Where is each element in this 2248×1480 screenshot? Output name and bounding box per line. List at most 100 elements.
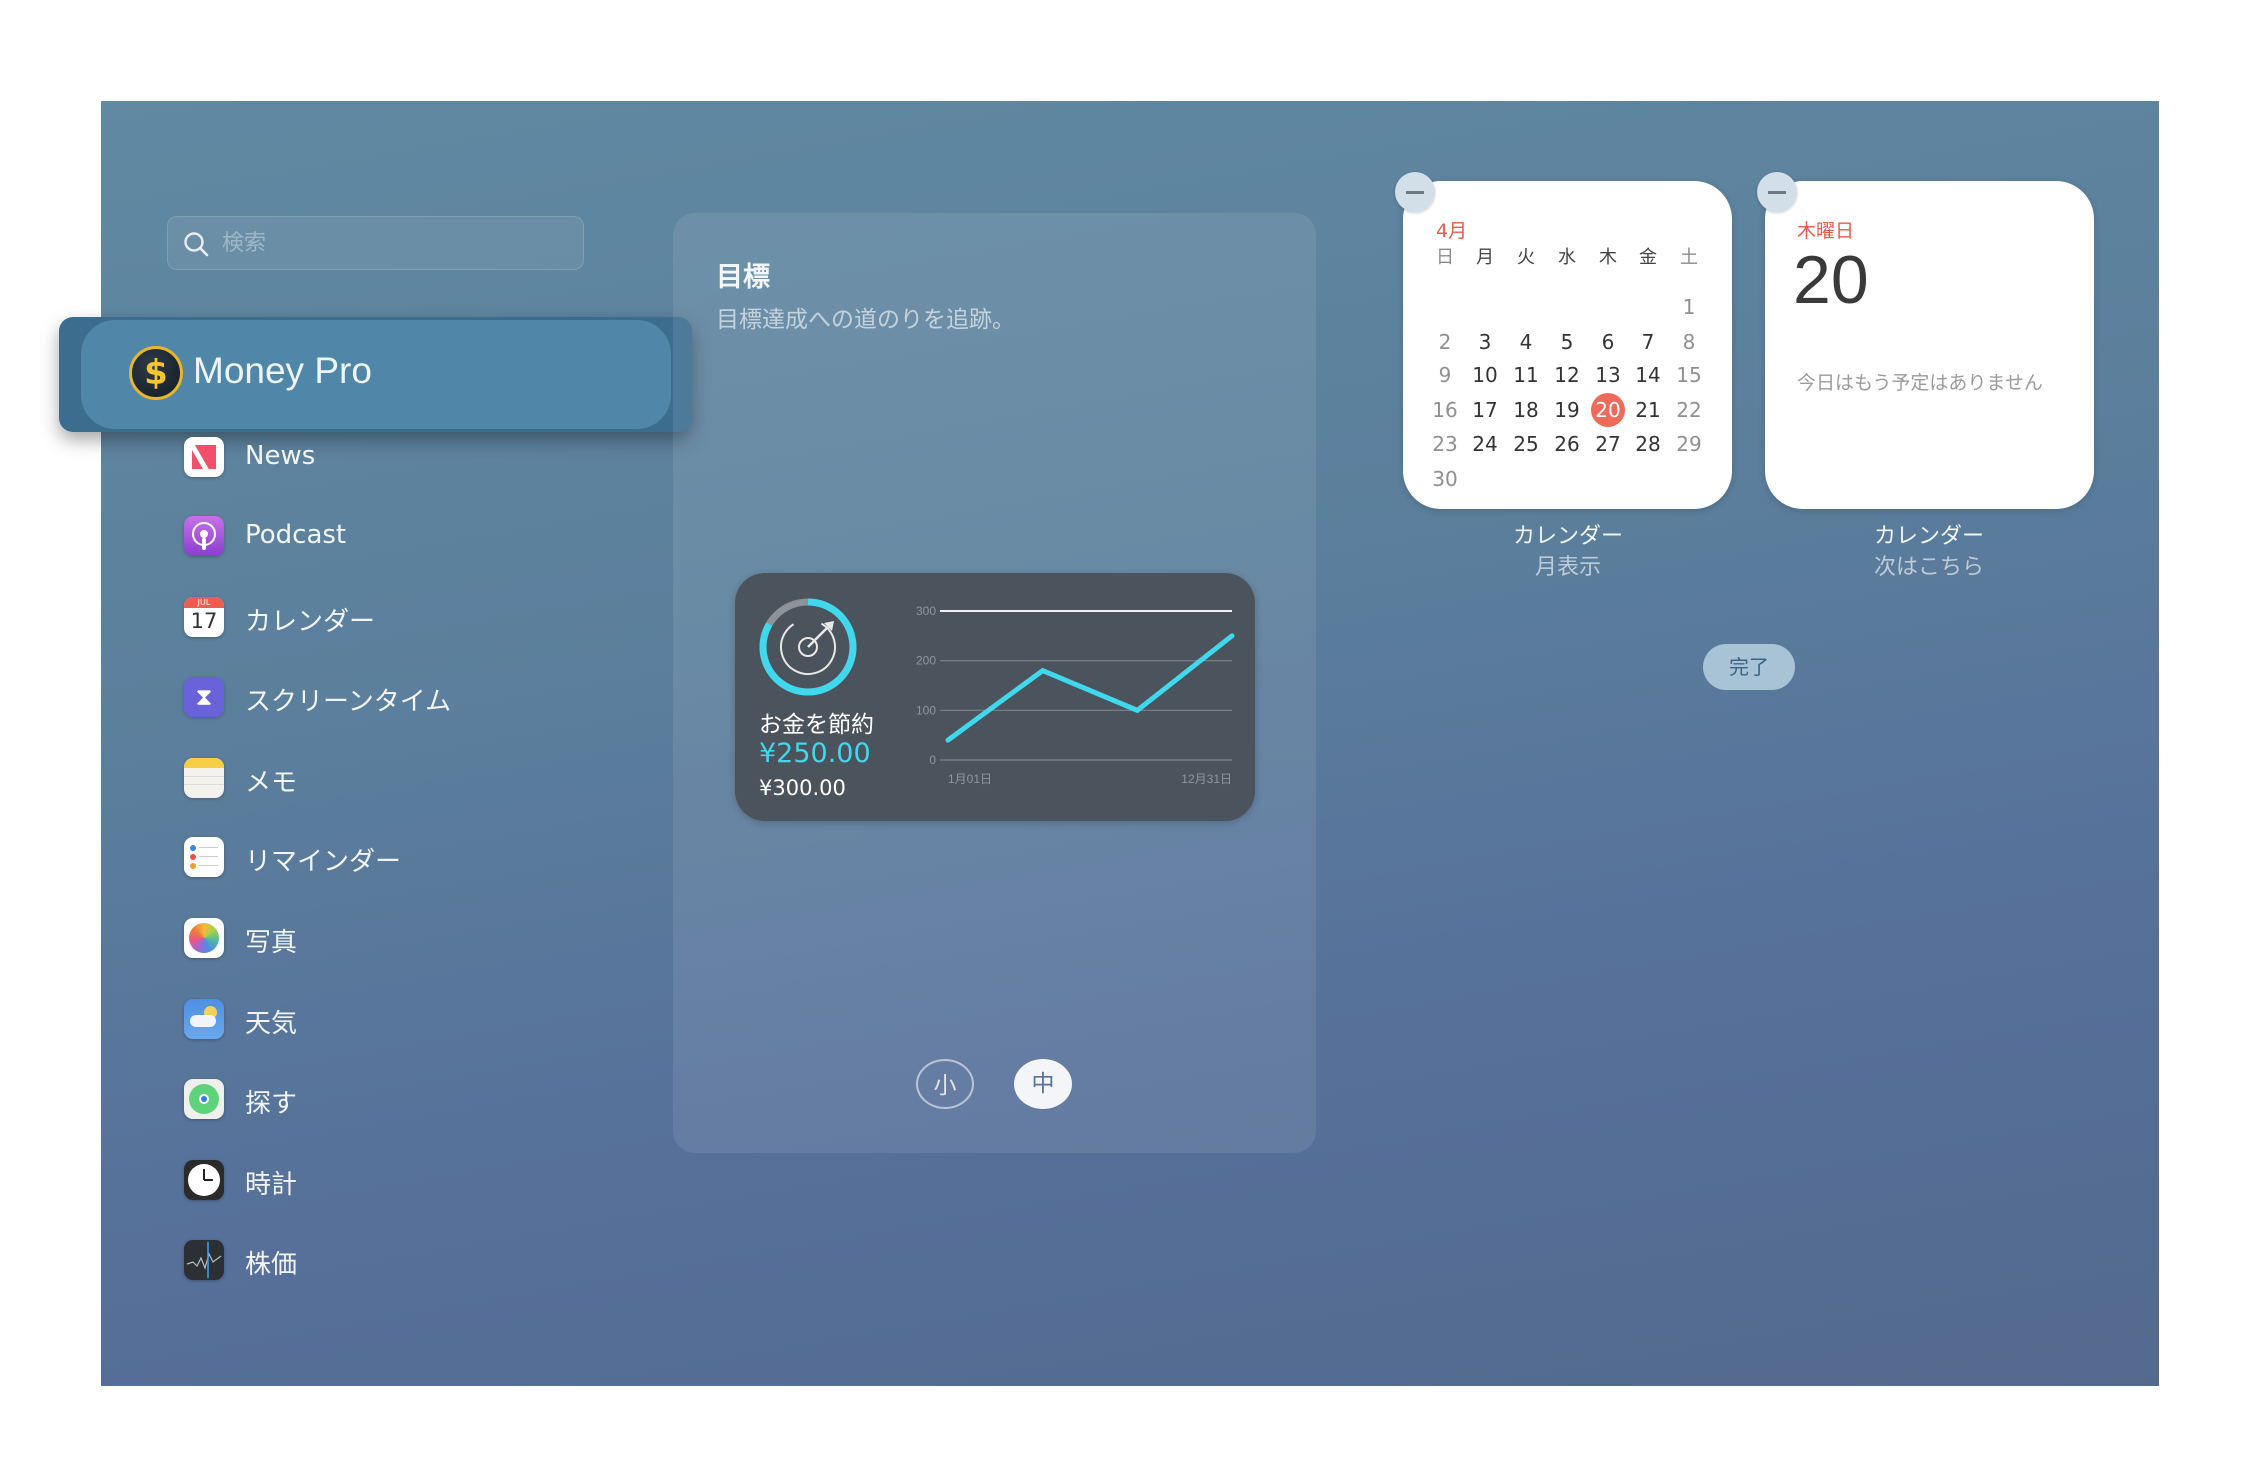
- sidebar-item-find-my[interactable]: 探す: [184, 1077, 604, 1121]
- widget-description: 目標達成への道のりを追跡。: [716, 307, 1015, 333]
- calendar-day: 21: [1635, 398, 1661, 422]
- sidebar-item-label: メモ: [245, 768, 298, 798]
- sidebar-item-clock[interactable]: 時計: [184, 1158, 604, 1202]
- widget-title: 目標: [716, 262, 770, 293]
- calendar-day: 13: [1595, 363, 1621, 387]
- sidebar-item-podcast[interactable]: Podcast: [184, 514, 604, 558]
- goal-name: お金を節約: [759, 712, 874, 738]
- calendar-day: 23: [1432, 432, 1458, 456]
- target-arrow: [807, 626, 829, 648]
- weekday-header: 火: [1517, 247, 1535, 268]
- goal-current-amount: ¥250.00: [759, 738, 871, 769]
- sidebar-item-label: カレンダー: [245, 607, 376, 637]
- calendar-day: 28: [1635, 432, 1661, 456]
- sidebar-item-calendar[interactable]: JUL 17 カレンダー: [184, 595, 604, 639]
- calendar-day: 27: [1595, 432, 1621, 456]
- calendar-day: 6: [1601, 330, 1615, 354]
- calendar-day: 10: [1472, 363, 1498, 387]
- done-button[interactable]: 完了: [1703, 644, 1795, 690]
- calendar-day: 18: [1513, 398, 1539, 422]
- sidebar-item-label: 天気: [245, 1009, 298, 1039]
- reminders-icon: [184, 837, 224, 877]
- sidebar-item-notes[interactable]: メモ: [184, 756, 604, 800]
- calendar-day: 3: [1478, 330, 1492, 354]
- calendar-icon: JUL 17: [184, 597, 224, 637]
- sidebar-item-reminders[interactable]: リマインダー: [184, 835, 604, 879]
- series-line: [945, 633, 1235, 743]
- sidebar-item-label: Podcast: [245, 520, 347, 550]
- calendar-day: 17: [1472, 398, 1498, 422]
- calendar-day: 16: [1432, 398, 1458, 422]
- size-small-button[interactable]: 小: [916, 1059, 974, 1109]
- sidebar-item-label: 株価: [245, 1250, 298, 1280]
- sidebar-item-label: 時計: [245, 1170, 298, 1200]
- sidebar-item-label: Money Pro: [193, 350, 372, 391]
- calendar-day: 29: [1676, 432, 1702, 456]
- weather-icon: [184, 999, 224, 1039]
- weekday-header: 月: [1476, 247, 1494, 268]
- sidebar-item-label: スクリーンタイム: [245, 687, 452, 717]
- calendar-day: 2: [1438, 330, 1452, 354]
- calendar-day: 7: [1641, 330, 1655, 354]
- y-tick-label: 300: [916, 604, 936, 618]
- calendar-day: 22: [1676, 398, 1702, 422]
- news-icon: [184, 437, 224, 477]
- sidebar-item-money-pro[interactable]: $ Money Pro: [59, 317, 692, 432]
- y-tick-label: 0: [929, 753, 936, 767]
- size-medium-button[interactable]: 中: [1014, 1059, 1072, 1109]
- find-my-icon: [184, 1079, 224, 1119]
- remove-widget-button[interactable]: [1757, 172, 1797, 212]
- calendar-day: 15: [1676, 363, 1702, 387]
- clock-icon: [184, 1160, 224, 1200]
- sidebar-item-weather[interactable]: 天気: [184, 997, 604, 1041]
- goal-target-amount: ¥300.00: [759, 776, 846, 800]
- notes-icon: [184, 758, 224, 798]
- weekday-header: 土: [1680, 247, 1698, 268]
- calendar-day: 8: [1682, 330, 1696, 354]
- calendar-next-widget[interactable]: 木曜日 20 今日はもう予定はありません: [1765, 181, 2094, 509]
- calendar-day: 30: [1432, 467, 1458, 491]
- weekday-label: 木曜日: [1797, 220, 1855, 242]
- money-pro-icon: $: [129, 346, 183, 400]
- sidebar-item-label: News: [245, 441, 316, 471]
- remove-widget-button[interactable]: [1395, 172, 1435, 212]
- calendar-month-label: 4月: [1436, 220, 1468, 242]
- calendar-month-widget[interactable]: 4月 日月火水木金土 1 2 3 4 5 6 7 8 9 10 11 12 13 14 15 16 17 18 19 2…: [1403, 181, 1732, 509]
- day-number: 20: [1793, 242, 1869, 318]
- widget-label: カレンダー: [1873, 524, 1984, 549]
- weekday-header: 日: [1436, 247, 1454, 268]
- goal-widget[interactable]: 0 100 200 300 1月01日 12月31日 お金を節約 ¥250.00 ¥300…: [735, 573, 1255, 821]
- search-field[interactable]: [167, 216, 584, 270]
- calendar-day: 11: [1513, 363, 1539, 387]
- sidebar-item-photos[interactable]: 写真: [184, 916, 604, 960]
- x-tick-label: 12月31日: [1181, 772, 1232, 786]
- weekday-header: 木: [1599, 247, 1617, 268]
- widget-label: カレンダー: [1512, 524, 1623, 549]
- sidebar-item-label: 写真: [245, 928, 298, 958]
- sidebar-item-stocks[interactable]: 株価: [184, 1238, 604, 1282]
- calendar-day-today: 20: [1595, 398, 1621, 422]
- y-tick-label: 100: [916, 703, 936, 717]
- x-tick-label: 1月01日: [948, 772, 992, 786]
- weekday-header: 水: [1558, 247, 1576, 268]
- calendar-day: 12: [1554, 363, 1580, 387]
- screen-time-icon: ⧗: [184, 677, 224, 717]
- search-input[interactable]: [220, 217, 574, 269]
- calendar-day: 14: [1635, 363, 1661, 387]
- no-events-message: 今日はもう予定はありません: [1797, 372, 2043, 394]
- weekday-header: 金: [1639, 247, 1657, 268]
- sidebar-item-news[interactable]: News: [184, 435, 604, 479]
- calendar-day: 9: [1438, 363, 1452, 387]
- calendar-day: 4: [1519, 330, 1533, 354]
- calendar-day: 25: [1513, 432, 1539, 456]
- calendar-day: 26: [1554, 432, 1580, 456]
- calendar-day: 1: [1682, 295, 1696, 319]
- stocks-icon: [184, 1240, 224, 1280]
- search-icon: [184, 232, 209, 257]
- widget-sublabel: 月表示: [1534, 555, 1601, 580]
- calendar-day: 24: [1472, 432, 1498, 456]
- calendar-day: 5: [1560, 330, 1574, 354]
- widget-sublabel: 次はこちら: [1873, 555, 1984, 580]
- sidebar-item-screen-time[interactable]: ⧗ スクリーンタイム: [184, 675, 604, 719]
- photos-icon: [184, 918, 224, 958]
